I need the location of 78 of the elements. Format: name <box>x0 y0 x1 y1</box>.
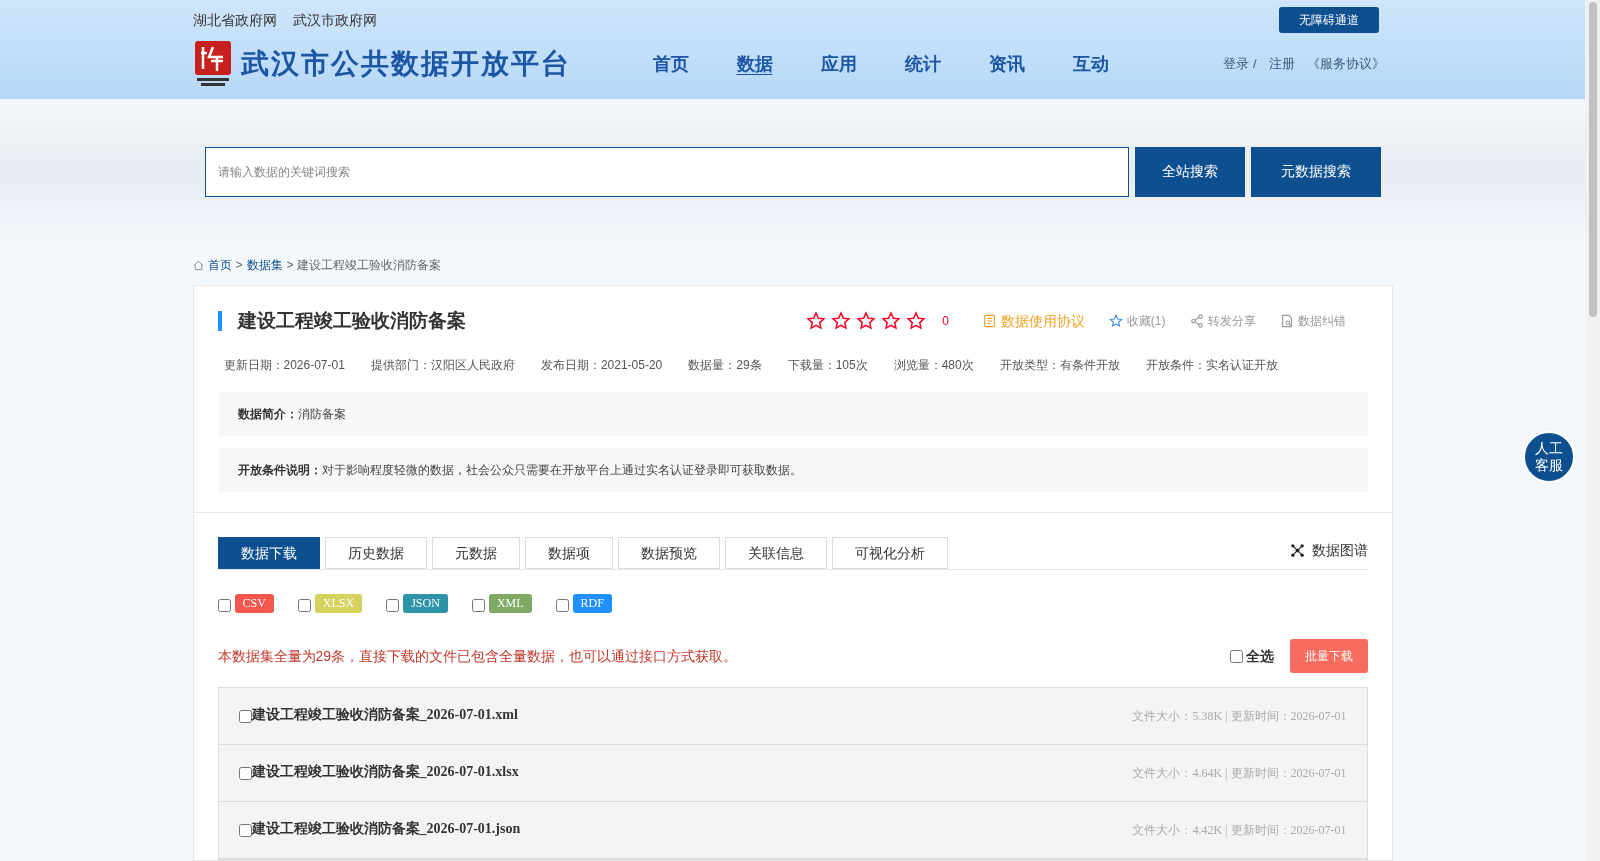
format-checkbox[interactable] <box>555 599 569 612</box>
format-checkbox[interactable] <box>217 599 231 612</box>
format-tag: JSON <box>403 594 448 613</box>
meta-text: 提供部门：汉阳区人民政府 <box>370 357 515 374</box>
file-checkbox[interactable] <box>238 823 252 837</box>
file-info: 文件大小：4.42K | 更新时间：2026-07-01 <box>1132 822 1347 839</box>
graph-icon <box>1290 544 1304 557</box>
login-link[interactable]: 登录 <box>1222 54 1249 74</box>
site-title: 武汉市公共数据开放平台 <box>240 47 571 81</box>
select-all-checkbox[interactable] <box>1229 649 1243 663</box>
star-icon[interactable] <box>856 311 877 331</box>
star-rating[interactable] <box>806 311 927 331</box>
nav-item[interactable]: 数据 <box>736 50 773 78</box>
separator: / <box>1252 55 1257 74</box>
breadcrumb-text: > <box>235 257 243 274</box>
search-button[interactable]: 全站搜索 <box>1134 146 1245 197</box>
dataset-title: 建设工程竣工验收消防备案 <box>237 308 466 333</box>
breadcrumb-text: > 建设工程竣工验收消防备案 <box>286 257 441 274</box>
tab[interactable]: 历史数据 <box>324 537 427 569</box>
graph-link[interactable]: 数据图谱 <box>1290 540 1368 561</box>
star-icon[interactable] <box>881 311 902 331</box>
file-info: 文件大小：5.38K | 更新时间：2026-07-01 <box>1132 708 1347 725</box>
meta-text: 下载量：105次 <box>787 357 868 374</box>
logo-icon <box>192 41 233 87</box>
format-checkbox[interactable] <box>471 599 485 612</box>
format-tag: RDF <box>572 594 612 613</box>
agreement-link[interactable]: 《服务协议》 <box>1306 54 1385 74</box>
home-icon <box>192 259 204 271</box>
format-tag: XLSX <box>314 594 363 613</box>
meta-text: 浏览量：480次 <box>893 357 974 374</box>
scrollbar-thumb[interactable] <box>1588 2 1597 317</box>
breadcrumb-link[interactable]: 首页 <box>207 256 232 274</box>
tab[interactable]: 数据项 <box>524 537 613 569</box>
file-checkbox[interactable] <box>238 766 252 780</box>
star-icon[interactable] <box>806 311 827 331</box>
star-icon[interactable] <box>831 311 852 331</box>
meta-text: 数据量：29条 <box>688 357 762 374</box>
nav-item[interactable]: 互动 <box>1072 50 1109 78</box>
share-icon <box>1189 314 1204 328</box>
format-checkbox[interactable] <box>297 599 311 612</box>
register-link[interactable]: 注册 <box>1268 54 1295 74</box>
notice-text: 本数据集全量为29条，直接下载的文件已包含全量数据，也可以通过接口方式获取。 <box>217 646 738 666</box>
tab[interactable]: 关联信息 <box>724 537 827 569</box>
tab[interactable]: 元数据 <box>431 537 520 569</box>
file-name[interactable]: 建设工程竣工验收消防备案_2026-07-01.xlsx <box>251 761 519 782</box>
document-search-icon <box>1279 314 1294 328</box>
nav-item[interactable]: 资讯 <box>988 50 1025 78</box>
file-name[interactable]: 建设工程竣工验收消防备案_2026-07-01.xml <box>251 704 518 725</box>
tab[interactable]: 数据预览 <box>617 537 720 569</box>
meta-text: 开放类型：有条件开放 <box>999 357 1120 374</box>
star-outline-icon <box>1108 314 1123 328</box>
search-field[interactable]: 请输入数据的关键词搜索 <box>204 146 1129 197</box>
meta-text: 更新日期：2026-07-01 <box>223 357 345 374</box>
breadcrumb-link[interactable]: 数据集 <box>246 256 283 274</box>
meta-text: 发布日期：2021-05-20 <box>540 357 663 374</box>
nav-item[interactable]: 应用 <box>820 50 857 78</box>
star-icon[interactable] <box>906 311 927 331</box>
accessibility-button[interactable]: 无障碍通道 <box>1278 7 1379 33</box>
file-name[interactable]: 建设工程竣工验收消防备案_2026-07-01.json <box>251 818 521 839</box>
search-button[interactable]: 元数据搜索 <box>1250 146 1381 197</box>
meta-text: 开放条件：实名认证开放 <box>1145 357 1278 374</box>
info-panel: 数据简介：消防备案 <box>217 392 1368 436</box>
nav-item[interactable]: 首页 <box>652 50 689 78</box>
info-panel: 开放条件说明：对于影响程度轻微的数据，社会公众只需要在开放平台上通过实名认证登录即可获取数据。 <box>217 448 1368 492</box>
file-checkbox[interactable] <box>238 709 252 723</box>
customer-service-button[interactable]: 人工客服 <box>1523 431 1575 483</box>
nav-item[interactable]: 统计 <box>904 50 941 78</box>
file-info: 文件大小：4.64K | 更新时间：2026-07-01 <box>1132 765 1347 782</box>
top-link[interactable]: 湖北省政府网 <box>192 9 277 31</box>
format-checkbox[interactable] <box>386 599 400 612</box>
rating-count: 0 <box>942 313 949 330</box>
format-tag: XML <box>488 594 532 613</box>
format-tag: CSV <box>234 594 274 613</box>
tab[interactable]: 可视化分析 <box>831 537 948 569</box>
document-icon <box>982 314 997 328</box>
select-all-label: 全选 <box>1245 646 1274 666</box>
top-link[interactable]: 武汉市政府网 <box>292 9 377 31</box>
tab[interactable]: 数据下载 <box>217 537 320 569</box>
